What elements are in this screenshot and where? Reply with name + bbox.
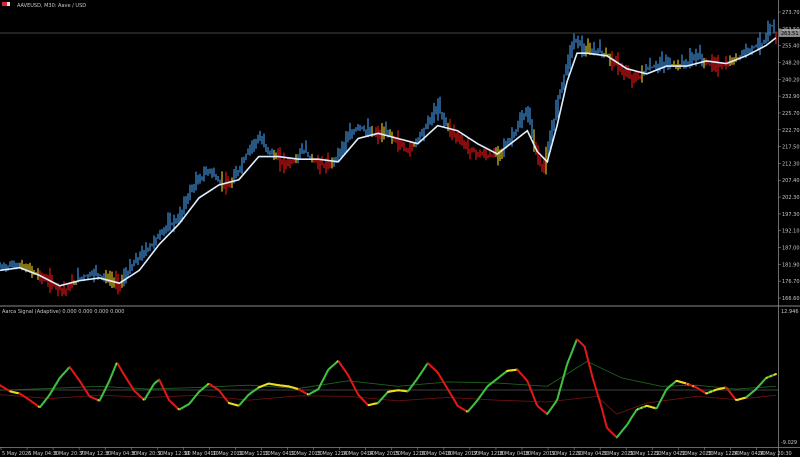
price-tick-label: 166.60 xyxy=(782,296,800,302)
price-tick-label: 222.70 xyxy=(782,128,800,134)
price-tick-label: 217.50 xyxy=(782,145,800,151)
time-tick-label: 5 May 2025 xyxy=(2,451,31,457)
price-tick-label: 232.90 xyxy=(782,94,800,100)
price-tick-label: 212.30 xyxy=(782,161,800,167)
symbol-flag-icon xyxy=(2,2,7,6)
price-tick-label: 263.50 xyxy=(782,27,800,33)
price-tick-label: 240.20 xyxy=(782,77,800,83)
trading-chart[interactable]: AAVEUSD, M30: Aave / USD 263.51 273.7026… xyxy=(0,0,800,457)
indicator-main-segment xyxy=(773,373,777,376)
symbol-flag-icon-2 xyxy=(7,2,10,6)
chart-title: AAVEUSD, M30: Aave / USD xyxy=(17,3,86,9)
price-tick-label: 187.00 xyxy=(782,246,800,252)
price-tick-label: 207.40 xyxy=(782,178,800,184)
price-tick-label: 273.70 xyxy=(782,10,800,16)
price-tick-label: 192.10 xyxy=(782,229,800,235)
price-tick-label: 202.30 xyxy=(782,195,800,201)
time-tick-label: 24 May 20:30 xyxy=(757,451,791,457)
indicator-title: Aarca Signal (Adaptive) 0.000 0.000 0.00… xyxy=(2,309,124,315)
price-tick-label: 197.30 xyxy=(782,212,800,218)
price-tick-label: 176.70 xyxy=(782,279,800,285)
indicator-bottom-label: -9.029 xyxy=(781,440,797,446)
price-tick-label: 255.40 xyxy=(782,44,800,50)
price-tick-label: 181.90 xyxy=(782,262,800,268)
indicator-top-label: 12.946 xyxy=(781,309,799,315)
price-tick-label: 248.20 xyxy=(782,60,800,66)
price-tick-label: 225.70 xyxy=(782,111,800,117)
